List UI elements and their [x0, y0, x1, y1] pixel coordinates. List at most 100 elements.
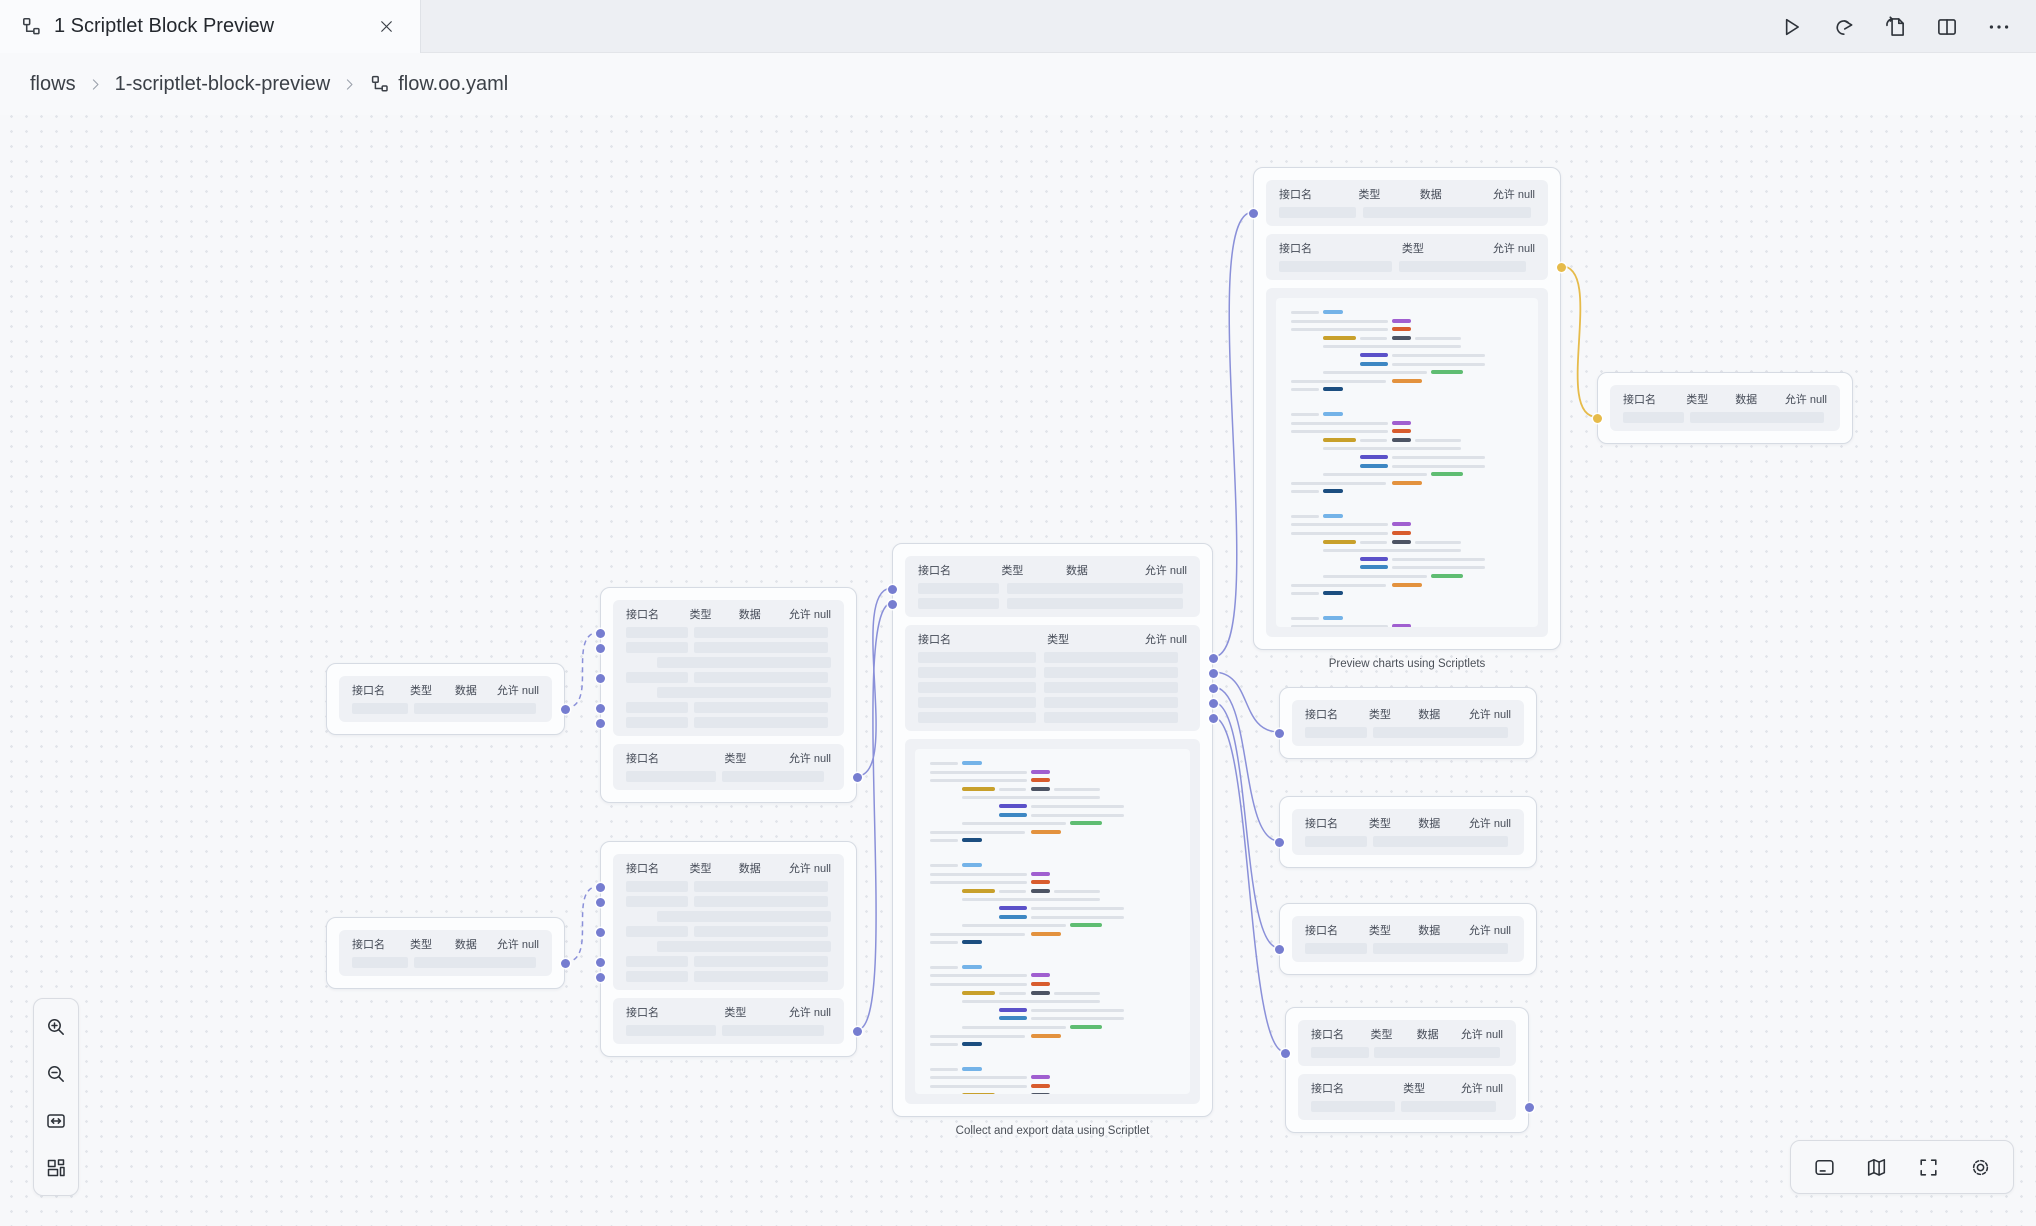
code-token-bar	[1360, 557, 1388, 561]
flow-node-input-a[interactable]: 接口名类型数据允许 null	[326, 663, 565, 735]
skeleton-bar	[1311, 1101, 1395, 1112]
input-port[interactable]	[1249, 209, 1258, 218]
edge[interactable]	[857, 603, 892, 1030]
code-line	[930, 762, 1175, 765]
input-port[interactable]	[596, 928, 605, 937]
code-token-bar	[1070, 1025, 1102, 1029]
edge[interactable]	[1213, 687, 1279, 841]
output-port[interactable]	[561, 959, 570, 968]
io-header-row: 接口名类型允许 null	[1279, 243, 1535, 256]
flow-node-group-b[interactable]: 接口名类型数据允许 null接口名类型允许 null	[600, 841, 857, 1057]
code-line	[1291, 584, 1523, 587]
edge[interactable]	[1213, 672, 1279, 732]
flow-icon	[369, 74, 389, 94]
input-port[interactable]	[596, 629, 605, 638]
breadcrumb-item-flow.oo.yaml[interactable]: flow.oo.yaml	[369, 73, 508, 96]
breadcrumb-item-1-scriptlet-block-preview[interactable]: 1-scriptlet-block-preview	[115, 73, 331, 96]
code-line	[1291, 388, 1523, 391]
input-port[interactable]	[888, 585, 897, 594]
auto-layout-button[interactable]	[36, 1147, 76, 1188]
input-port[interactable]	[888, 600, 897, 609]
code-line	[930, 873, 1175, 876]
flow-node-input-b[interactable]: 接口名类型数据允许 null	[326, 917, 565, 989]
fit-view-button[interactable]	[36, 1100, 76, 1141]
code-token-bar	[930, 1085, 1027, 1088]
code-token-bar	[1291, 430, 1388, 433]
output-port[interactable]	[1557, 263, 1566, 272]
output-port[interactable]	[561, 705, 570, 714]
flow-node-out-c[interactable]: 接口名类型数据允许 null	[1279, 903, 1537, 975]
column-header: 类型	[1369, 925, 1391, 938]
input-port[interactable]	[596, 973, 605, 982]
output-port[interactable]	[1209, 699, 1218, 708]
tab-scriptlet-block-preview[interactable]: 1 Scriptlet Block Preview	[0, 0, 421, 53]
input-port[interactable]	[596, 674, 605, 683]
code-token-bar	[1431, 370, 1463, 374]
output-port[interactable]	[1209, 684, 1218, 693]
io-header-row: 接口名类型数据允许 null	[1279, 189, 1535, 202]
edge[interactable]	[1213, 717, 1285, 1052]
more-button[interactable]	[1980, 8, 2018, 46]
code-token-bar	[1031, 787, 1050, 791]
skeleton-bar	[1623, 412, 1684, 423]
output-port[interactable]	[853, 1027, 862, 1036]
settings-button[interactable]	[1957, 1146, 2003, 1188]
io-row	[918, 598, 1187, 609]
edge[interactable]	[857, 588, 892, 776]
split-view-button[interactable]	[1928, 8, 1966, 46]
input-port[interactable]	[1593, 414, 1602, 423]
code-line	[1291, 575, 1523, 578]
code-token-bar	[930, 1068, 958, 1071]
flow-node-out-d[interactable]: 接口名类型数据允许 null接口名类型允许 null	[1285, 1007, 1529, 1133]
flow-node-preview-charts[interactable]: 接口名类型数据允许 null接口名类型允许 nullPreview charts…	[1253, 167, 1561, 650]
code-line	[1291, 592, 1523, 595]
flow-node-out-b[interactable]: 接口名类型数据允许 null	[1279, 796, 1537, 868]
flow-node-out-a[interactable]: 接口名类型数据允许 null	[1279, 687, 1537, 759]
edge[interactable]	[1213, 702, 1279, 948]
run-button[interactable]	[1772, 8, 1810, 46]
io-row	[918, 667, 1187, 678]
close-tab-button[interactable]	[372, 13, 400, 41]
code-token-bar	[930, 1076, 1027, 1079]
export-button[interactable]	[1876, 8, 1914, 46]
input-port[interactable]	[596, 883, 605, 892]
zoom-out-button[interactable]	[36, 1053, 76, 1094]
code-line	[930, 1068, 1175, 1071]
fullscreen-button[interactable]	[1905, 1146, 1951, 1188]
edge[interactable]	[1561, 266, 1597, 417]
column-header: 允许 null	[1461, 1029, 1503, 1042]
code-line	[1291, 422, 1523, 425]
zoom-in-button[interactable]	[36, 1006, 76, 1047]
input-port[interactable]	[596, 644, 605, 653]
input-port[interactable]	[1275, 729, 1284, 738]
output-port[interactable]	[1525, 1103, 1534, 1112]
column-header: 接口名	[626, 1007, 659, 1020]
edge[interactable]	[565, 632, 600, 708]
column-header: 允许 null	[497, 939, 539, 952]
edge[interactable]	[1213, 212, 1253, 657]
input-port[interactable]	[1275, 945, 1284, 954]
breadcrumb-item-flows[interactable]: flows	[30, 73, 76, 96]
code-token-bar	[999, 1008, 1027, 1012]
input-port[interactable]	[1281, 1049, 1290, 1058]
input-port[interactable]	[596, 719, 605, 728]
code-token-bar	[1291, 311, 1319, 314]
code-line	[1291, 566, 1523, 569]
code-token-bar	[962, 787, 995, 791]
io-row	[1623, 412, 1827, 423]
output-port[interactable]	[853, 773, 862, 782]
output-port[interactable]	[1209, 714, 1218, 723]
edge[interactable]	[565, 886, 600, 962]
input-port[interactable]	[596, 704, 605, 713]
rerun-button[interactable]	[1824, 8, 1862, 46]
flow-node-final[interactable]: 接口名类型数据允许 null	[1597, 372, 1853, 444]
input-port[interactable]	[596, 898, 605, 907]
minimap-button[interactable]	[1853, 1146, 1899, 1188]
input-port[interactable]	[596, 958, 605, 967]
code-token-bar	[1323, 575, 1427, 578]
flow-node-group-a[interactable]: 接口名类型数据允许 null接口名类型允许 null	[600, 587, 857, 803]
console-button[interactable]	[1801, 1146, 1847, 1188]
flow-canvas[interactable]: 接口名类型数据允许 null 接口名类型数据允许 null 接口名类型数据允许 nu…	[0, 0, 2036, 1226]
flow-node-scriptlet-main[interactable]: 接口名类型数据允许 null接口名类型允许 nullCollect and ex…	[892, 543, 1213, 1117]
input-port[interactable]	[1275, 838, 1284, 847]
